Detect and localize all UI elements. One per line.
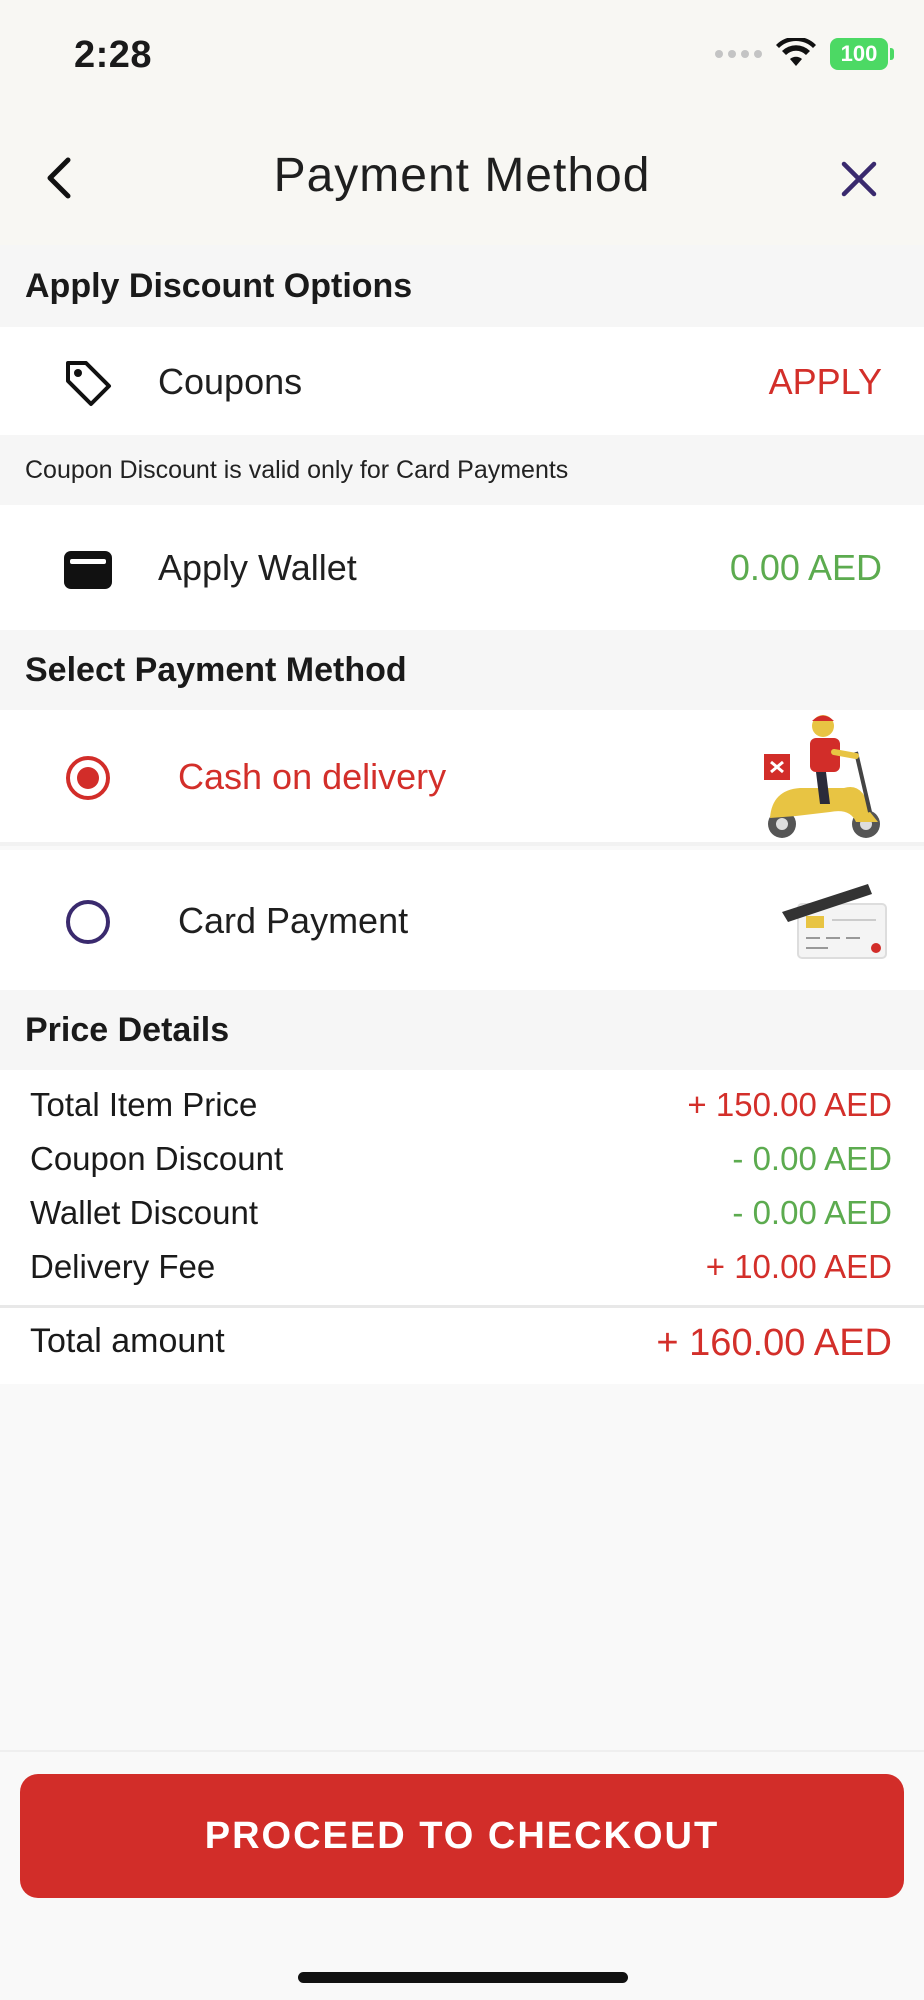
delivery-scooter-icon [764, 715, 880, 838]
wifi-icon [776, 38, 816, 66]
card-radio[interactable] [66, 900, 110, 944]
card-icon [782, 884, 887, 959]
checkout-area: PROCEED TO CHECKOUT [0, 1750, 924, 2000]
price-line-coupon: Coupon Discount - 0.00 AED [30, 1140, 892, 1178]
price-section-header: Price Details [0, 990, 924, 1070]
total-label: Total amount [30, 1322, 225, 1360]
coupons-apply-button[interactable]: APPLY [769, 361, 882, 403]
battery-icon: 100 [830, 38, 894, 70]
tag-icon [66, 361, 111, 406]
price-line-item-total: Total Item Price + 150.00 AED [30, 1086, 892, 1124]
price-line-delivery: Delivery Fee + 10.00 AED [30, 1248, 892, 1286]
coupons-row[interactable]: Coupons APPLY [0, 327, 924, 435]
price-label: Total Item Price [30, 1086, 258, 1123]
coupons-label: Coupons [158, 361, 303, 402]
wallet-row[interactable]: Apply Wallet 0.00 AED [0, 505, 924, 630]
payment-option-cash[interactable]: Cash on delivery [0, 710, 924, 846]
price-value: + 10.00 AED [705, 1248, 892, 1285]
price-details: Total Item Price + 150.00 AED Coupon Dis… [0, 1070, 924, 1305]
total-value: + 160.00 AED [656, 1322, 892, 1364]
price-line-wallet: Wallet Discount - 0.00 AED [30, 1194, 892, 1232]
nav-bar: Payment Method [0, 110, 924, 245]
payment-option-card[interactable]: Card Payment [0, 850, 924, 990]
wallet-value: 0.00 AED [729, 547, 882, 588]
signal-icon [715, 50, 762, 58]
price-label: Delivery Fee [30, 1248, 216, 1285]
cash-radio[interactable] [66, 756, 110, 800]
price-label: Coupon Discount [30, 1140, 284, 1177]
price-value: + 150.00 AED [687, 1086, 892, 1123]
status-time: 2:28 [74, 34, 153, 76]
card-label: Card Payment [178, 900, 409, 941]
total-row: Total amount + 160.00 AED [0, 1308, 924, 1384]
price-value: - 0.00 AED [732, 1194, 892, 1231]
page-title: Payment Method [273, 149, 651, 202]
close-icon[interactable] [834, 154, 884, 204]
total-line: Total amount + 160.00 AED [30, 1322, 892, 1365]
proceed-to-checkout-button[interactable]: PROCEED TO CHECKOUT [20, 1774, 904, 1898]
price-value: - 0.00 AED [732, 1140, 892, 1177]
coupon-note: Coupon Discount is valid only for Card P… [0, 435, 924, 505]
status-bar: 2:28 100 [0, 0, 924, 110]
home-indicator [298, 1972, 628, 1983]
wallet-icon [64, 551, 112, 589]
payment-section-header: Select Payment Method [0, 630, 924, 710]
price-label: Wallet Discount [30, 1194, 259, 1231]
wallet-label: Apply Wallet [158, 547, 357, 588]
cash-label: Cash on delivery [178, 756, 447, 797]
status-indicators: 100 [715, 38, 894, 70]
discount-section-header: Apply Discount Options [0, 245, 924, 327]
